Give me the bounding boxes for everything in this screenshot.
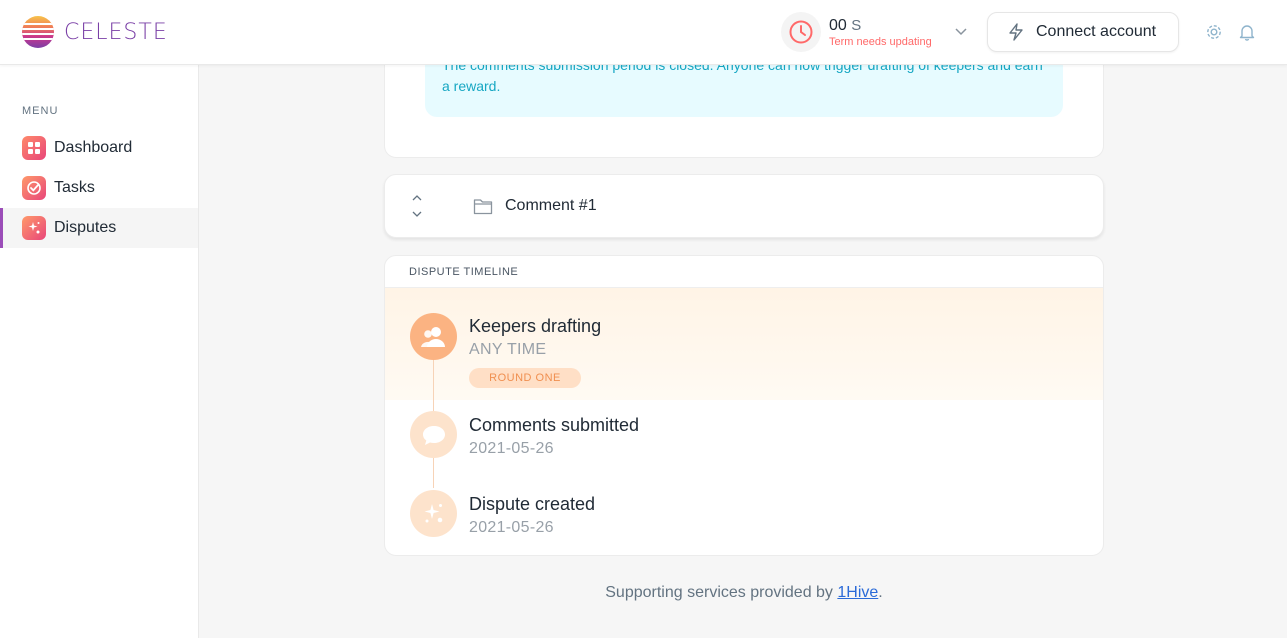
footer-link-1hive[interactable]: 1Hive bbox=[837, 584, 878, 601]
timeline-step-date: 2021-05-26 bbox=[469, 519, 554, 536]
comment-accordion[interactable]: Comment #1 bbox=[384, 174, 1104, 238]
chevron-down-icon[interactable] bbox=[955, 24, 967, 38]
app-logo[interactable]: CELESTE bbox=[22, 16, 168, 48]
timeline-step-date: 2021-05-26 bbox=[469, 440, 554, 457]
expand-collapse-icon[interactable] bbox=[411, 191, 423, 221]
comment-title: Comment #1 bbox=[505, 197, 597, 214]
keepers-icon bbox=[410, 313, 457, 360]
court-clock[interactable]: 00 S Term needs updating bbox=[781, 12, 977, 52]
footer-suffix: . bbox=[878, 584, 883, 601]
comment-bubble-icon bbox=[410, 411, 457, 458]
sidebar-item-label: Tasks bbox=[54, 179, 95, 196]
sidebar-item-label: Dashboard bbox=[54, 139, 133, 156]
timeline-step-time: ANY TIME bbox=[469, 341, 547, 358]
disputes-icon bbox=[22, 216, 46, 240]
app-name: CELESTE bbox=[64, 19, 168, 45]
timeline-step-name: Keepers drafting bbox=[469, 316, 602, 336]
folder-icon bbox=[473, 199, 493, 215]
sidebar-item-disputes[interactable]: Disputes bbox=[0, 208, 198, 248]
timeline-step-name: Comments submitted bbox=[469, 415, 640, 435]
dashboard-icon bbox=[22, 136, 46, 160]
top-bar: CELESTE 00 S Term needs updating Connect… bbox=[0, 0, 1287, 65]
dispute-timeline: DISPUTE TIMELINE Keepers drafting ANY TI… bbox=[384, 255, 1104, 556]
timeline-title: DISPUTE TIMELINE bbox=[409, 266, 519, 278]
connect-account-button[interactable]: Connect account bbox=[987, 12, 1179, 52]
celeste-logo-icon bbox=[22, 16, 54, 48]
clock-status: Term needs updating bbox=[829, 35, 932, 48]
tasks-icon bbox=[22, 176, 46, 200]
lightning-icon bbox=[1009, 23, 1023, 41]
sidebar-item-dashboard[interactable]: Dashboard bbox=[0, 128, 198, 168]
sidebar: MENU Dashboard Tasks Disputes bbox=[0, 65, 199, 638]
gear-icon[interactable] bbox=[1205, 23, 1223, 41]
sidebar-item-tasks[interactable]: Tasks bbox=[0, 168, 198, 208]
dispute-created-icon bbox=[410, 490, 457, 537]
round-badge: ROUND ONE bbox=[469, 368, 581, 388]
clock-icon bbox=[781, 12, 821, 52]
timeline-step-name: Dispute created bbox=[469, 494, 596, 514]
footer: Supporting services provided by 1Hive. bbox=[384, 584, 1104, 602]
clock-unit: S bbox=[851, 16, 862, 34]
clock-value: 00 bbox=[829, 16, 847, 34]
timeline-connector bbox=[433, 458, 434, 488]
connect-account-label: Connect account bbox=[1036, 23, 1157, 40]
bell-icon[interactable] bbox=[1238, 23, 1256, 41]
timeline-connector bbox=[433, 356, 434, 412]
footer-text: Supporting services provided by bbox=[605, 584, 838, 601]
sidebar-item-label: Disputes bbox=[54, 219, 117, 236]
menu-title: MENU bbox=[22, 105, 59, 117]
